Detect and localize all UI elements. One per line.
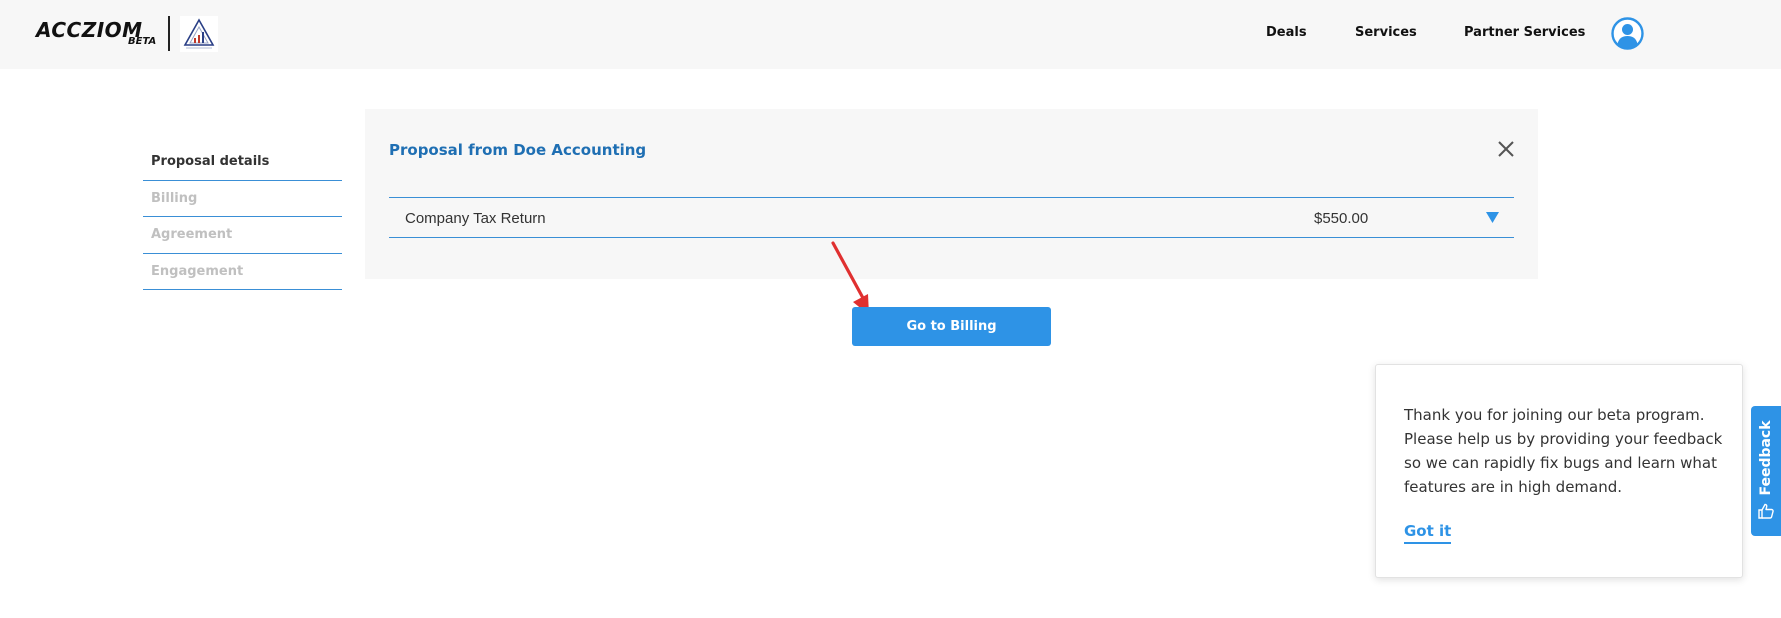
got-it-link[interactable]: Got it	[1404, 522, 1452, 544]
triangle-down-icon[interactable]	[1486, 212, 1499, 223]
line-item-price: $550.00	[1314, 210, 1369, 227]
partner-logo-icon	[180, 16, 218, 52]
logo-divider	[168, 16, 170, 51]
beta-popup-message: Thank you for joining our beta program. …	[1404, 406, 1723, 496]
proposal-card: Proposal from Doe Accounting Company Tax…	[365, 109, 1538, 279]
step-billing[interactable]: Billing	[143, 181, 342, 217]
nav-services[interactable]: Services	[1355, 25, 1417, 40]
step-engagement[interactable]: Engagement	[143, 254, 342, 290]
proposal-line-item[interactable]: Company Tax Return $550.00	[389, 197, 1514, 238]
line-item-name: Company Tax Return	[405, 210, 546, 227]
brand-name: ACCZIOM	[36, 18, 143, 42]
top-header: ACCZIOM BETA Deals Services Partner Serv…	[0, 0, 1781, 69]
step-proposal-details[interactable]: Proposal details	[143, 144, 342, 181]
proposal-title: Proposal from Doe Accounting	[389, 141, 647, 159]
proposal-steps-nav: Proposal details Billing Agreement Engag…	[143, 144, 342, 290]
feedback-tab[interactable]: Feedback	[1751, 406, 1781, 536]
beta-program-popup: Thank you for joining our beta program. …	[1375, 364, 1743, 578]
close-icon[interactable]	[1497, 140, 1515, 158]
brand-beta-tag: BETA	[128, 36, 157, 47]
nav-deals[interactable]: Deals	[1266, 25, 1307, 40]
feedback-label: Feedback	[1758, 420, 1774, 496]
nav-partner-services[interactable]: Partner Services	[1464, 25, 1585, 40]
step-agreement[interactable]: Agreement	[143, 217, 342, 254]
go-to-billing-button[interactable]: Go to Billing	[852, 307, 1051, 346]
thumbs-up-icon	[1758, 503, 1774, 519]
user-avatar-icon[interactable]	[1611, 17, 1644, 50]
